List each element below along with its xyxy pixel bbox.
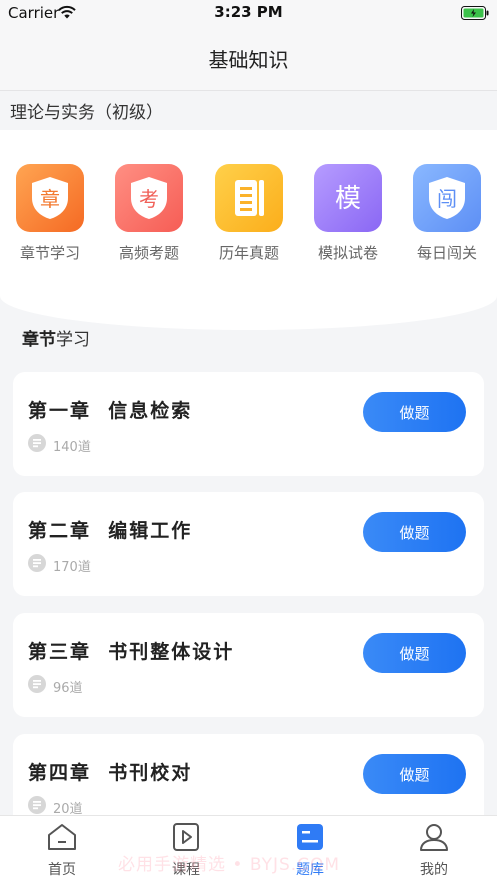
feature-daily-challenge[interactable]: 闯 每日闯关 — [407, 164, 487, 263]
home-icon — [46, 824, 78, 856]
status-time: 3:23 PM — [214, 3, 283, 21]
feature-label: 章节学习 — [19, 244, 80, 262]
svg-text:模: 模 — [335, 184, 361, 214]
navigation-bar: 基础知识 — [0, 26, 497, 91]
watermark: 必用手游精选 • BYJS.COM — [118, 855, 341, 875]
question-count-label: 96道 — [53, 680, 83, 696]
do-questions-button[interactable]: 做题 — [363, 512, 466, 552]
question-count-label: 170道 — [53, 559, 91, 575]
question-list-icon — [28, 554, 46, 576]
question-count: 96道 — [28, 675, 83, 697]
svg-text:章: 章 — [40, 187, 60, 211]
question-count-label: 20道 — [53, 801, 83, 817]
feature-label: 模拟试卷 — [317, 244, 378, 262]
mock-exam-icon: 模 — [314, 164, 382, 232]
section-title-bold: 章节 — [22, 330, 56, 350]
chapter-title: 第三章 书刊整体设计 — [28, 641, 235, 663]
past-papers-icon — [215, 164, 283, 232]
feature-frequent-questions[interactable]: 考 高频考题 — [109, 164, 189, 263]
do-questions-button[interactable]: 做题 — [363, 392, 466, 432]
tab-label: 首页 — [48, 862, 76, 878]
battery-icon — [461, 5, 489, 24]
chapter-title: 第一章 信息检索 — [28, 400, 193, 422]
feature-mock-exam[interactable]: 模 模拟试卷 — [308, 164, 388, 263]
tab-home[interactable]: 首页 — [12, 822, 112, 879]
chapter-title: 第四章 书刊校对 — [28, 762, 193, 784]
question-list-icon — [28, 675, 46, 697]
feature-chapter-study[interactable]: 章 章节学习 — [10, 164, 90, 263]
question-list-icon — [28, 434, 46, 456]
svg-text:闯: 闯 — [437, 187, 457, 211]
feature-label: 历年真题 — [218, 244, 279, 262]
feature-label: 高频考题 — [118, 244, 179, 262]
chapter-card: 第二章 编辑工作 170道 做题 — [13, 492, 484, 596]
frequent-questions-icon: 考 — [115, 164, 183, 232]
feature-past-papers[interactable]: 历年真题 — [209, 164, 289, 263]
chapter-study-icon: 章 — [16, 164, 84, 232]
feature-label: 每日闯关 — [416, 244, 477, 262]
do-questions-button[interactable]: 做题 — [363, 754, 466, 794]
tab-label: 我的 — [420, 862, 448, 878]
do-questions-button[interactable]: 做题 — [363, 633, 466, 673]
tab-profile[interactable]: 我的 — [384, 822, 484, 879]
chapter-card: 第一章 信息检索 140道 做题 — [13, 372, 484, 476]
chapter-title: 第二章 编辑工作 — [28, 520, 193, 542]
subject-subtitle: 理论与实务（初级） — [10, 103, 163, 123]
section-title: 章节学习 — [22, 325, 90, 350]
status-bar: Carrier 3:23 PM — [0, 0, 497, 26]
chapter-card: 第三章 书刊整体设计 96道 做题 — [13, 613, 484, 717]
page-title: 基础知识 — [208, 48, 289, 72]
question-count-label: 140道 — [53, 439, 91, 455]
svg-text:考: 考 — [139, 187, 159, 211]
profile-icon — [418, 824, 450, 856]
question-count: 140道 — [28, 434, 91, 456]
section-title-rest: 学习 — [56, 330, 90, 350]
question-count: 170道 — [28, 554, 91, 576]
daily-challenge-icon: 闯 — [413, 164, 481, 232]
